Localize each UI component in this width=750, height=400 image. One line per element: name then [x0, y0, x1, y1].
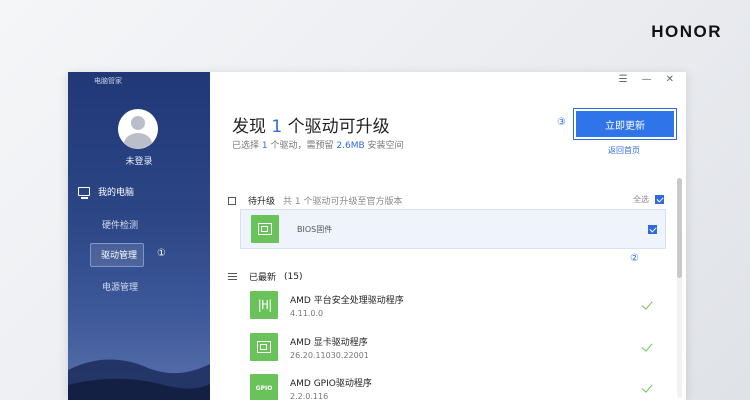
- annotation-marker-2: ②: [630, 253, 639, 264]
- login-status[interactable]: 未登录: [68, 154, 210, 167]
- window-controls: ☰ — ✕: [619, 74, 674, 85]
- sidebar-item-power-management[interactable]: 电源管理: [102, 280, 138, 293]
- sidebar-item-label: 我的电脑: [98, 188, 135, 198]
- bios-checkbox[interactable]: [648, 225, 657, 234]
- select-all[interactable]: 全选: [633, 194, 664, 205]
- selection-summary: 已选择 1 个驱动，需预留 2.6MB 安装空间: [232, 141, 404, 151]
- minimize-icon[interactable]: —: [642, 74, 652, 85]
- app-title: 电脑管家: [94, 77, 122, 85]
- chip-icon: [250, 333, 278, 361]
- close-icon[interactable]: ✕: [666, 74, 674, 85]
- list-icon: [228, 272, 237, 281]
- sidebar-item-hardware-check[interactable]: 硬件检测: [102, 218, 138, 231]
- avatar[interactable]: [118, 109, 158, 149]
- select-all-checkbox[interactable]: [655, 195, 664, 204]
- chip-icon: [251, 215, 279, 243]
- computer-icon: [78, 187, 90, 199]
- sidebar-item-driver-management[interactable]: 驱动管理: [90, 243, 144, 267]
- upgrade-icon: [228, 196, 236, 205]
- list-item[interactable]: |H| AMD 平台安全处理驱动程序 4.11.0.0: [250, 288, 666, 322]
- sidebar-item-my-computer[interactable]: 我的电脑: [78, 185, 135, 199]
- annotation-marker-1: ①: [157, 248, 166, 259]
- update-button-highlight: 立即更新: [573, 108, 677, 140]
- check-icon: [641, 298, 653, 310]
- latest-section-header: 已最新 (15): [228, 270, 303, 283]
- sidebar: 电脑管家 未登录 我的电脑 硬件检测 驱动管理 ① 电源管理: [68, 72, 210, 400]
- pending-section-header: 待升级 共 1 个驱动可升级至官方版本: [228, 194, 402, 207]
- amd-security-icon: |H|: [250, 291, 278, 319]
- annotation-marker-3: ③: [557, 117, 566, 128]
- gpio-icon: GPIO: [250, 374, 278, 400]
- check-icon: [641, 381, 653, 393]
- main-panel: ☰ — ✕ 发现 1 个驱动可升级 已选择 1 个驱动，需预留 2.6MB 安装…: [210, 72, 686, 400]
- brand-logo: HONOR: [651, 22, 722, 41]
- list-item[interactable]: AMD 显卡驱动程序 26.20.11030.22001: [250, 330, 666, 364]
- back-home-link[interactable]: 返回首页: [608, 145, 640, 156]
- update-now-button[interactable]: 立即更新: [576, 111, 674, 137]
- check-icon: [641, 340, 653, 352]
- menu-icon[interactable]: ☰: [619, 74, 628, 85]
- page-title: 发现 1 个驱动可升级: [232, 117, 390, 137]
- list-item-bios[interactable]: BIOS固件: [240, 209, 666, 249]
- app-window: 电脑管家 未登录 我的电脑 硬件检测 驱动管理 ① 电源管理 ☰ — ✕ 发现 …: [68, 72, 686, 400]
- list-item[interactable]: GPIO AMD GPIO驱动程序 2.2.0.116: [250, 371, 666, 400]
- sidebar-background-art: [68, 359, 210, 400]
- scrollbar-thumb[interactable]: [677, 178, 682, 278]
